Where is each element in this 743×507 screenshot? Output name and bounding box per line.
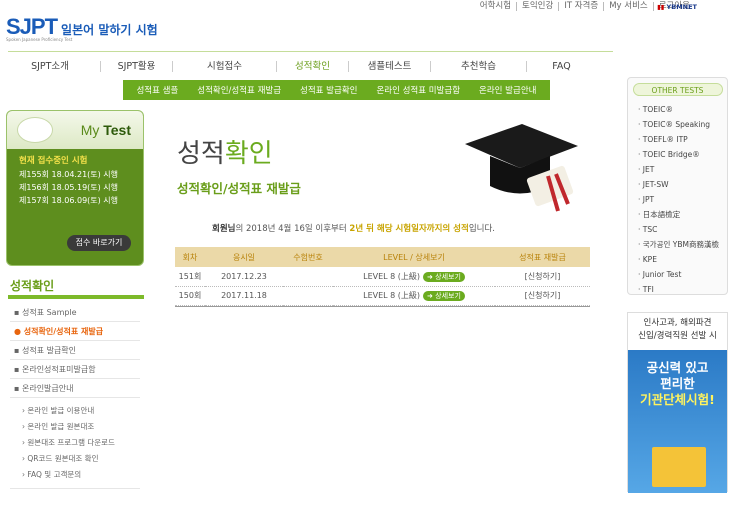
subnav-item[interactable]: 온라인 성적표 미발급함	[376, 84, 460, 96]
table-row: 151회 2017.12.23 LEVEL 8 (上級) ➜ 상세보기 [신청하기…	[175, 267, 590, 287]
register-button[interactable]: 접수 바로가기	[67, 235, 131, 251]
col-header: 수험번호	[283, 247, 333, 267]
subnav-item[interactable]: 온라인 발급안내	[479, 84, 536, 96]
graduation-cap-icon	[465, 124, 578, 212]
other-test-link[interactable]: · TOEFL® ITP	[628, 132, 727, 147]
divider	[8, 51, 613, 52]
my-test-heading: 현재 접수중인 시험	[19, 156, 88, 166]
page-subtitle: 성적확인/성적표 재발급	[177, 181, 301, 196]
sub-nav: 성적표 샘플 성적확인/성적표 재발급 성적표 발급확인 온라인 성적표 미발급…	[123, 80, 550, 100]
subnav-item[interactable]: 성적표 샘플	[136, 84, 178, 96]
reissue-link[interactable]: [신청하기]	[495, 286, 590, 306]
exam-item: 제155회 18.04.21(토) 시행	[19, 170, 119, 179]
lnb-sub-item[interactable]: › 온라인 발급 이용안내	[10, 403, 140, 419]
logo-brand: SJPT	[6, 14, 58, 39]
logo-sub: Spoken Japanese Proficiency Test	[6, 37, 73, 42]
other-test-link[interactable]: · TOEIC®	[628, 102, 727, 117]
my-test-title: My Test	[80, 122, 131, 138]
lnb-sub-item[interactable]: › 온라인 발급 원본대조	[10, 419, 140, 435]
other-test-link[interactable]: · JET	[628, 162, 727, 177]
lnb-item[interactable]: ▪ 성적표 Sample	[10, 303, 140, 322]
subnav-item[interactable]: 성적표 발급확인	[300, 84, 357, 96]
group-test-banner[interactable]: 인사고과, 해외파견 신입/경력직원 선발 시 공신력 있고 편리한 기관단체시험…	[627, 312, 728, 493]
other-test-link[interactable]: · JET-SW	[628, 177, 727, 192]
detail-button[interactable]: ➜ 상세보기	[423, 291, 465, 301]
util-link[interactable]: 토익인강	[516, 2, 558, 11]
col-header: LEVEL / 상세보기	[333, 247, 495, 267]
reissue-link[interactable]: [신청하기]	[495, 267, 590, 287]
other-tests-title: OTHER TESTS	[632, 83, 723, 96]
ybm-logo[interactable]: ▮▮ YBMNET	[657, 3, 697, 11]
gnb-item[interactable]: 추천학습	[430, 61, 526, 72]
util-link[interactable]: My 서비스	[603, 2, 653, 11]
gnb-item[interactable]: SJPT활용	[100, 61, 172, 72]
util-link[interactable]: IT 자격증	[558, 2, 603, 11]
other-test-link[interactable]: · JPT	[628, 192, 727, 207]
lnb-item[interactable]: ▪ 온라인성적표미발급함	[10, 360, 140, 379]
other-test-link[interactable]: · Junior Test	[628, 267, 727, 282]
col-header: 응시일	[205, 247, 283, 267]
divider	[8, 295, 144, 299]
gnb-item[interactable]: 시험접수	[172, 61, 276, 72]
logo-kr: 일본어 말하기 시험	[61, 23, 158, 37]
lnb-item[interactable]: ▪ 성적표 발급확인	[10, 341, 140, 360]
other-test-link[interactable]: · TSC	[628, 222, 727, 237]
col-header: 회차	[175, 247, 205, 267]
other-test-link[interactable]: · TOEIC® Speaking	[628, 117, 727, 132]
score-table: 회차 응시일 수험번호 LEVEL / 상세보기 성적표 재발급 151회 20…	[175, 247, 590, 306]
side-nav: ▪ 성적표 Sample ● 성적확인/성적표 재발급 ▪ 성적표 발급확인 ▪…	[10, 303, 140, 489]
folder-icon	[652, 447, 706, 487]
table-row: 150회 2017.11.18 LEVEL 8 (上級) ➜ 상세보기 [신청하기…	[175, 286, 590, 306]
my-test-box: My Test 현재 접수중인 시험 제155회 18.04.21(토) 시행 …	[6, 110, 144, 266]
other-tests: OTHER TESTS · TOEIC® · TOEIC® Speaking · T…	[627, 77, 728, 295]
lnb-title: 성적확인	[10, 279, 55, 293]
global-nav: SJPT소개 SJPT활용 시험접수 성적확인 샘플테스트 추천학습 FAQ	[0, 61, 610, 72]
other-test-link[interactable]: · TFI	[628, 282, 727, 297]
col-header: 성적표 재발급	[495, 247, 590, 267]
gnb-item-active[interactable]: 성적확인	[276, 61, 348, 72]
gnb-item[interactable]: SJPT소개	[0, 61, 100, 72]
other-test-link[interactable]: · TOEIC Bridge®	[628, 147, 727, 162]
page-title: 성적확인	[177, 139, 273, 169]
site-logo[interactable]: SJPT 일본어 말하기 시험 Spoken Japanese Proficien…	[6, 14, 158, 42]
notice-text: 회원님의 2018년 4월 16일 이후부터 2년 뒤 해당 시험일자까지의 성…	[212, 224, 495, 234]
divider	[175, 306, 590, 307]
lnb-sub-item[interactable]: › QR코드 원본대조 확인	[10, 451, 140, 467]
other-test-link[interactable]: · 국가공인 YBM商務漢檢	[628, 237, 727, 252]
gnb-item[interactable]: 샘플테스트	[348, 61, 430, 72]
lnb-sub-item[interactable]: › 원본대조 프로그램 다운로드	[10, 435, 140, 451]
lnb-item-active[interactable]: ● 성적확인/성적표 재발급	[10, 322, 140, 341]
subnav-item[interactable]: 성적확인/성적표 재발급	[197, 84, 281, 96]
exam-item: 제156회 18.05.19(토) 시행	[19, 183, 119, 192]
gnb-item[interactable]: FAQ	[526, 61, 596, 72]
detail-button[interactable]: ➜ 상세보기	[423, 271, 465, 282]
util-link[interactable]: 어학시험	[475, 2, 516, 11]
lnb-sub-item[interactable]: › FAQ 및 고객문의	[10, 467, 140, 483]
laptop-icon	[17, 117, 53, 143]
exam-item: 제157회 18.06.09(토) 시행	[19, 196, 119, 205]
other-test-link[interactable]: · KPE	[628, 252, 727, 267]
other-test-link[interactable]: · 日本語檢定	[628, 207, 727, 222]
lnb-item[interactable]: ▪ 온라인발급안내	[10, 379, 140, 398]
